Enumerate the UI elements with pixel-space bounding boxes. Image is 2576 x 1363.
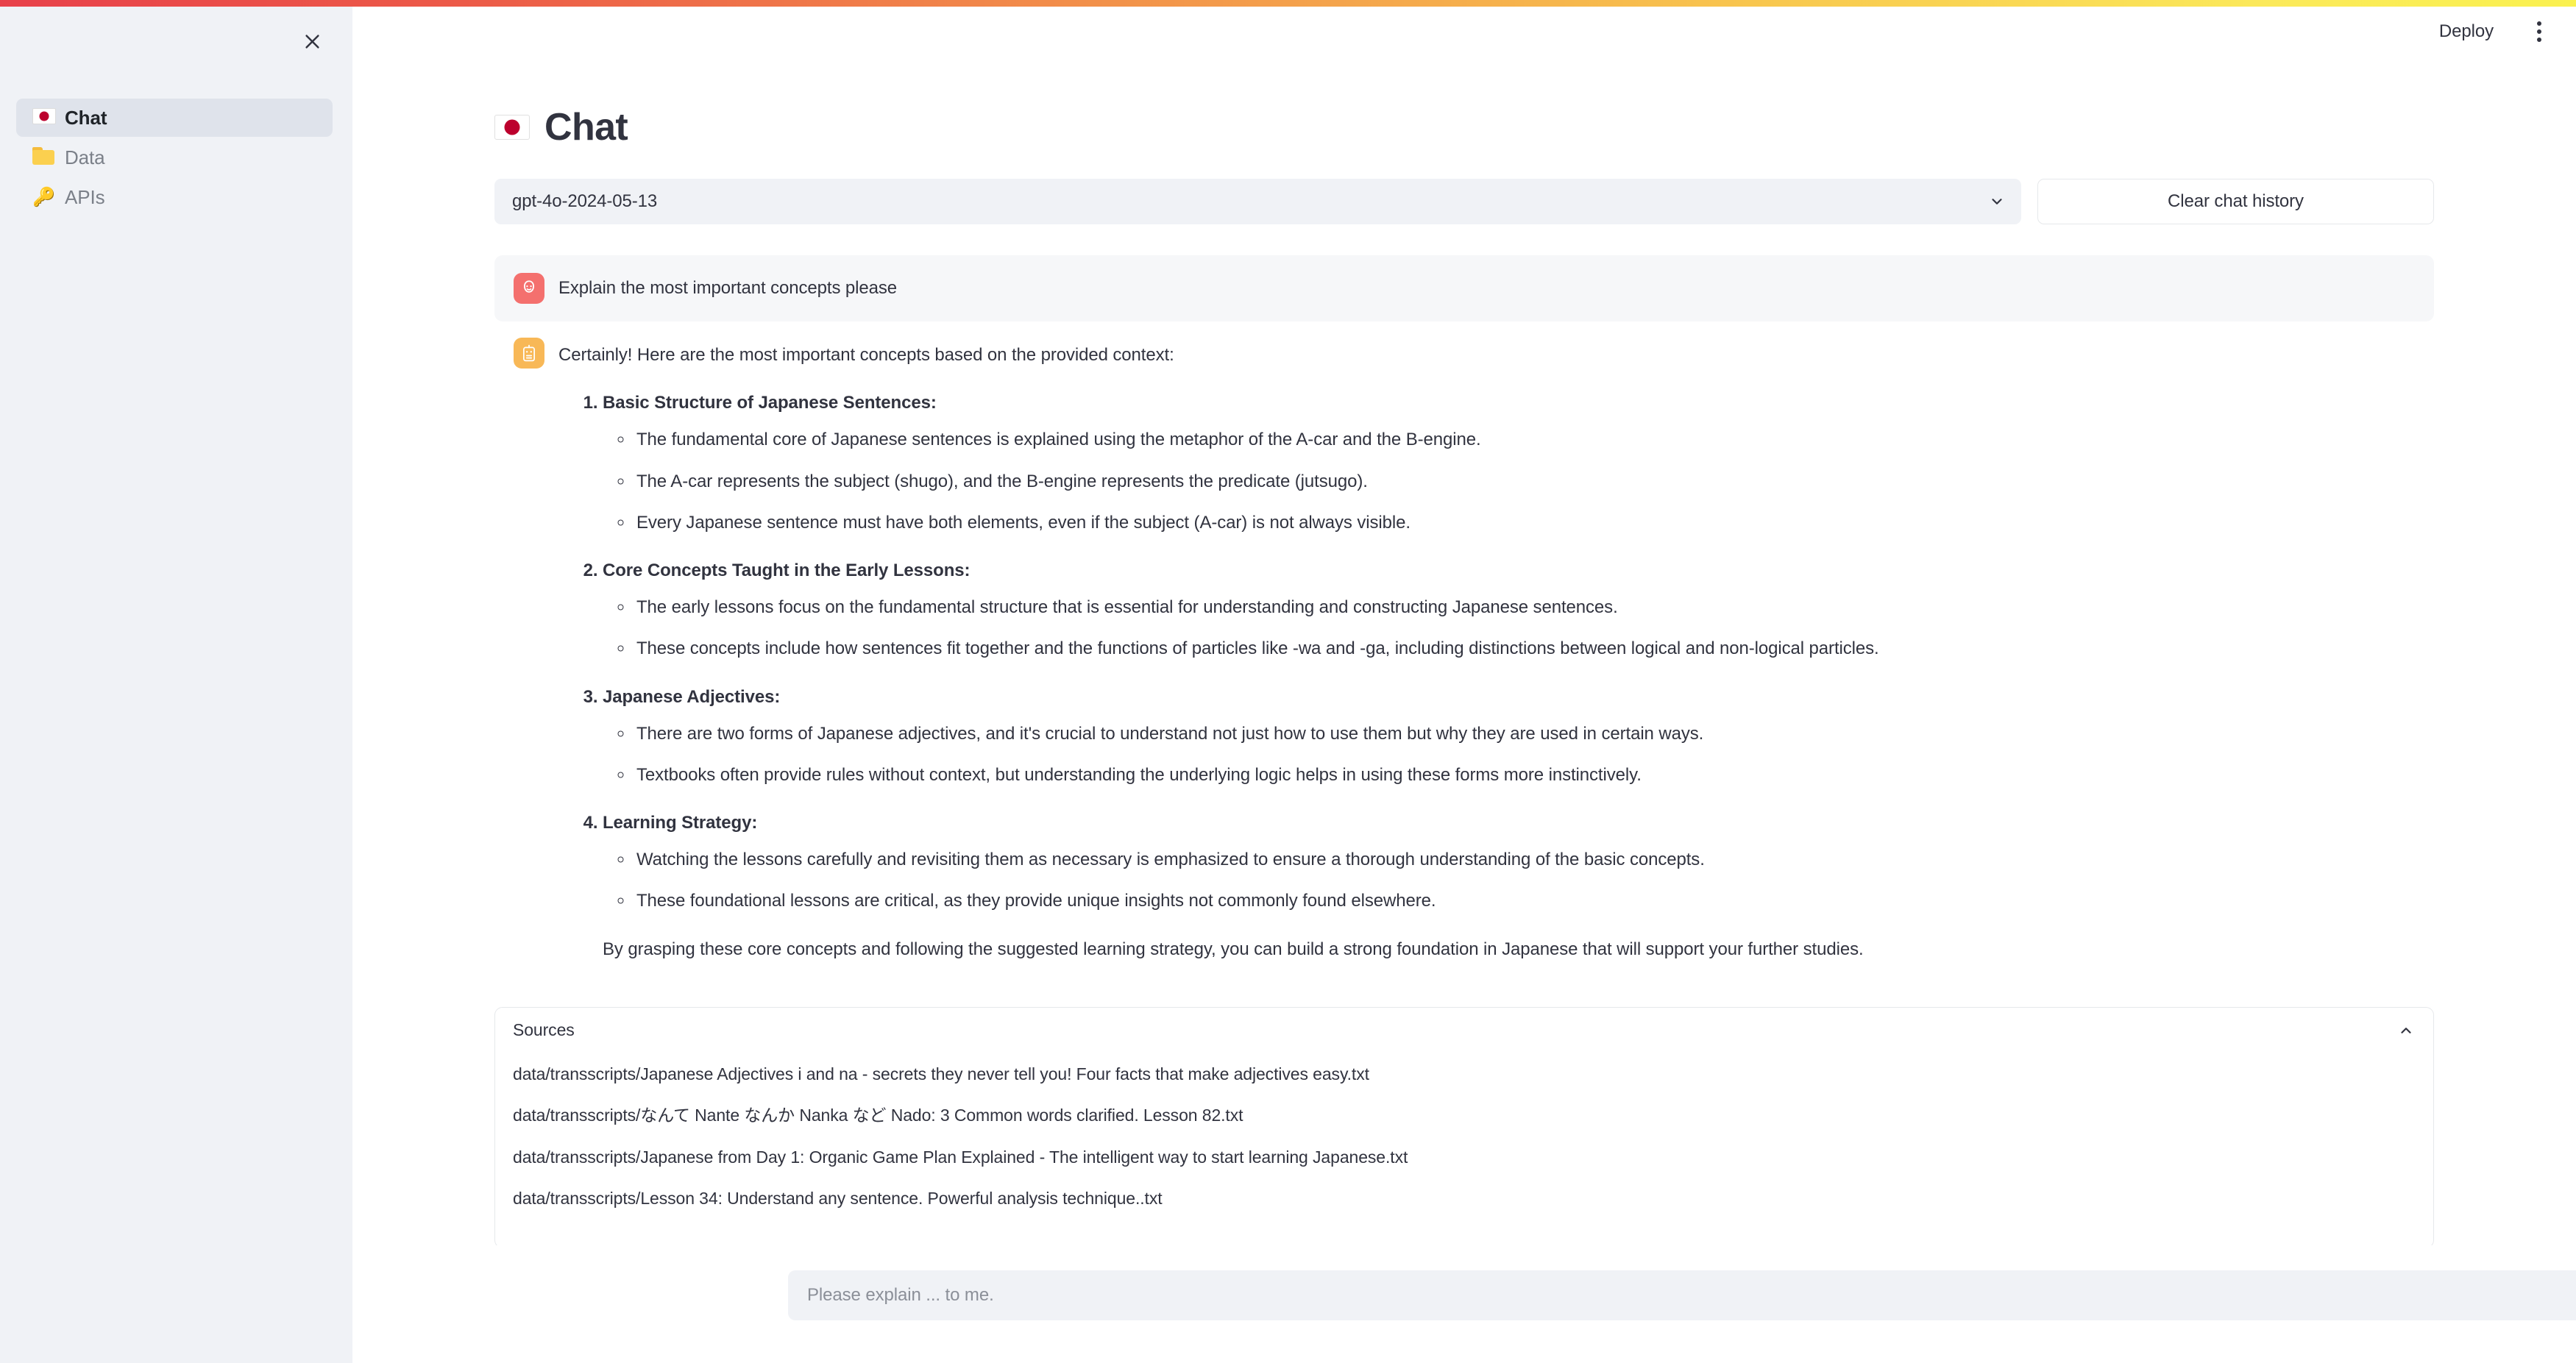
deploy-button[interactable]: Deploy (2427, 15, 2505, 48)
controls-row: gpt-4o-2024-05-13 Clear chat history (435, 179, 2494, 224)
japan-flag-icon (494, 115, 530, 140)
app-topbar: Deploy (352, 7, 2576, 57)
sidebar-nav: Chat Data 🔑 APIs (16, 99, 333, 218)
chat-messages: Explain the most important concepts plea… (435, 255, 2494, 981)
assistant-section: Basic Structure of Japanese Sentences: T… (603, 389, 1879, 536)
user-face-icon (524, 280, 534, 293)
page-title: Chat (544, 106, 628, 149)
sidebar-item-label-chat: Chat (65, 106, 107, 129)
assistant-bullet: There are two forms of Japanese adjectiv… (634, 720, 1879, 747)
page-title-row: Chat (435, 108, 2494, 146)
assistant-bullet: Every Japanese sentence must have both e… (634, 509, 1879, 536)
assistant-bullet: These foundational lessons are critical,… (634, 887, 1879, 914)
chat-message-assistant-body: Certainly! Here are the most important c… (558, 338, 1879, 963)
source-item[interactable]: data/transscripts/なんて Nante なんか Nanka など… (513, 1095, 2416, 1136)
source-item[interactable]: data/transscripts/Lesson 34: Understand … (513, 1178, 2416, 1220)
assistant-bullet: Watching the lessons carefully and revis… (634, 846, 1879, 873)
assistant-section: Core Concepts Taught in the Early Lesson… (603, 557, 1879, 663)
composer-dock (352, 1245, 2576, 1363)
sidebar: Chat Data 🔑 APIs (0, 7, 352, 1363)
page-content: Chat gpt-4o-2024-05-13 Clear chat histor… (352, 57, 2576, 1248)
clear-chat-history-button[interactable]: Clear chat history (2037, 179, 2434, 224)
model-select[interactable]: gpt-4o-2024-05-13 (494, 179, 2021, 224)
assistant-section: Learning Strategy: Watching the lessons … (603, 809, 1879, 915)
close-icon (305, 34, 319, 49)
chat-input[interactable] (807, 1285, 2576, 1306)
sidebar-close-button[interactable] (289, 18, 335, 64)
main-content: Deploy Chat gpt-4o-2024-05-13 Clear chat… (352, 7, 2576, 1363)
assistant-section-heading: Learning Strategy: (603, 813, 758, 833)
chat-message-user-text: Explain the most important concepts plea… (558, 278, 898, 299)
robot-icon (522, 344, 536, 362)
sidebar-item-chat[interactable]: Chat (16, 99, 333, 137)
avatar (514, 338, 544, 369)
sources-label: Sources (513, 1020, 575, 1040)
kebab-menu-icon[interactable] (2520, 13, 2558, 51)
sources-toggle[interactable]: Sources (495, 1008, 2433, 1053)
key-icon: 🔑 (32, 186, 56, 207)
assistant-section-list: Basic Structure of Japanese Sentences: T… (558, 389, 1879, 914)
assistant-section-heading: Core Concepts Taught in the Early Lesson… (603, 560, 971, 580)
avatar (514, 273, 544, 304)
assistant-intro: Certainly! Here are the most important c… (558, 345, 1174, 365)
sources-list: data/transscripts/Japanese Adjectives i … (495, 1053, 2433, 1248)
composer (788, 1270, 2576, 1320)
japan-flag-icon (32, 107, 56, 128)
assistant-bullet-list: Watching the lessons carefully and revis… (603, 846, 1879, 914)
assistant-bullet: The early lessons focus on the fundament… (634, 594, 1879, 621)
assistant-section: Japanese Adjectives: There are two forms… (603, 683, 1879, 789)
assistant-bullet-list: The early lessons focus on the fundament… (603, 594, 1879, 662)
chevron-down-icon (1992, 199, 2002, 204)
chevron-up-icon (2401, 1027, 2411, 1033)
chat-message-user: Explain the most important concepts plea… (494, 255, 2434, 321)
assistant-bullet: These concepts include how sentences fit… (634, 635, 1879, 662)
assistant-bullet: The A-car represents the subject (shugo)… (634, 468, 1879, 495)
assistant-closing: By grasping these core concepts and foll… (603, 939, 1864, 959)
assistant-bullet: The fundamental core of Japanese sentenc… (634, 426, 1879, 453)
top-gradient-bar (0, 0, 2576, 7)
model-select-value: gpt-4o-2024-05-13 (512, 191, 658, 211)
sidebar-item-label-data: Data (65, 146, 105, 168)
sidebar-item-data[interactable]: Data (16, 138, 333, 177)
source-item[interactable]: data/transscripts/Japanese from Day 1: O… (513, 1136, 2416, 1178)
chat-message-assistant: Certainly! Here are the most important c… (494, 321, 2434, 981)
assistant-section-heading: Basic Structure of Japanese Sentences: (603, 393, 937, 413)
source-item[interactable]: data/transscripts/Japanese Adjectives i … (513, 1053, 2416, 1095)
assistant-bullet-list: The fundamental core of Japanese sentenc… (603, 426, 1879, 536)
assistant-bullet: Textbooks often provide rules without co… (634, 761, 1879, 789)
sidebar-item-apis[interactable]: 🔑 APIs (16, 178, 333, 216)
assistant-section-heading: Japanese Adjectives: (603, 686, 781, 707)
sidebar-item-label-apis: APIs (65, 185, 105, 208)
sources-panel: Sources data/transscripts/Japanese Adjec… (494, 1006, 2434, 1248)
folder-icon (32, 146, 55, 168)
assistant-bullet-list: There are two forms of Japanese adjectiv… (603, 720, 1879, 789)
